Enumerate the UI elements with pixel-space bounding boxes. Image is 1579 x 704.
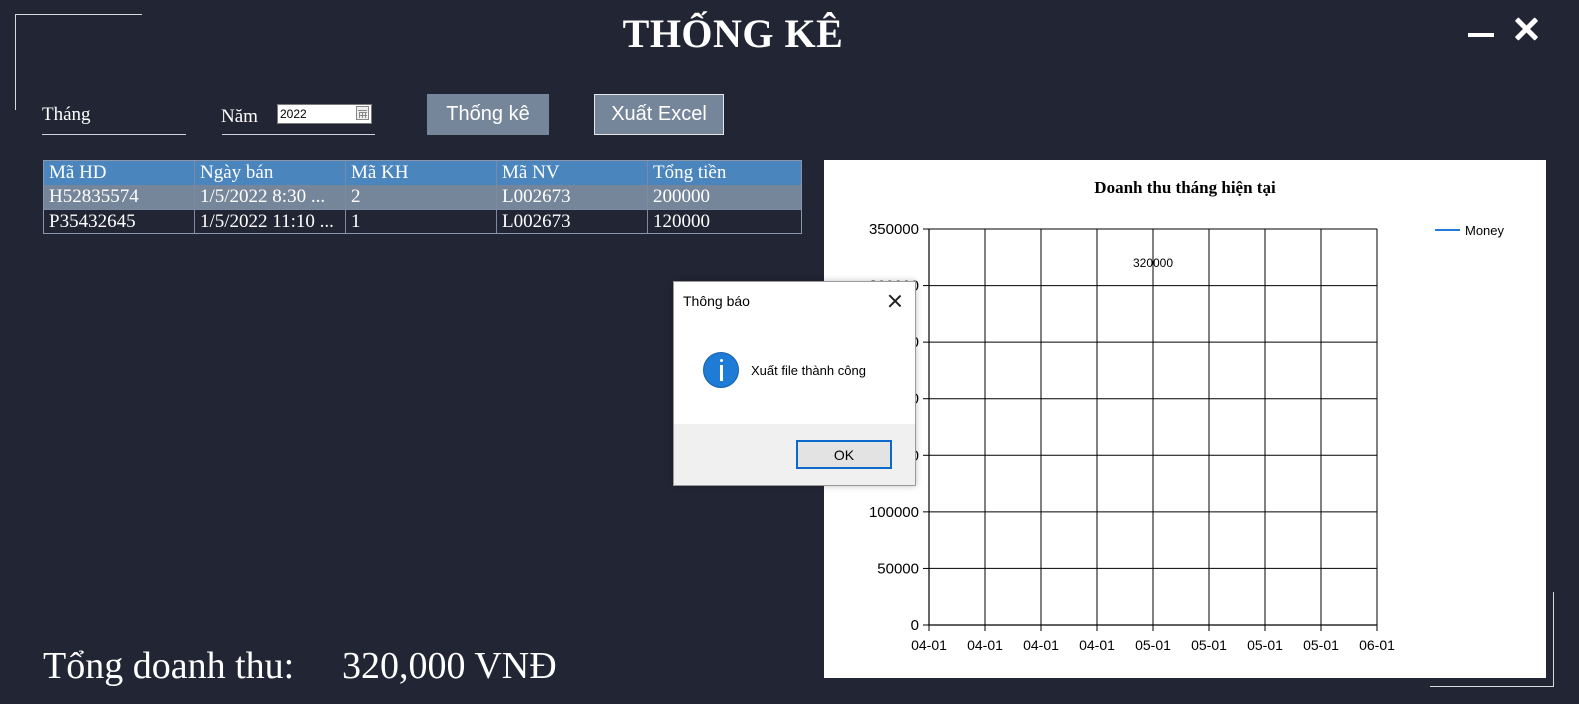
revenue-chart: Doanh thu tháng hiện tại3500003000002500…	[824, 160, 1546, 678]
y-tick-label: 0	[911, 617, 919, 634]
x-tick-label: 04-01	[1079, 637, 1115, 653]
chart-title: Doanh thu tháng hiện tại	[1094, 178, 1276, 197]
y-tick-label: 350000	[869, 221, 919, 238]
table-row[interactable]: H52835574 1/5/2022 8:30 ... 2 L002673 20…	[44, 185, 801, 209]
x-tick-label: 05-01	[1247, 637, 1283, 653]
x-tick-label: 05-01	[1135, 637, 1171, 653]
table-cell[interactable]: H52835574	[44, 185, 195, 209]
month-label: Tháng	[42, 104, 91, 125]
column-header[interactable]: Mã NV	[497, 161, 648, 185]
x-tick-label: 05-01	[1303, 637, 1339, 653]
table-cell[interactable]: L002673	[497, 185, 648, 209]
x-tick-label: 04-01	[1023, 637, 1059, 653]
close-icon[interactable]	[1511, 14, 1541, 44]
table-cell[interactable]: L002673	[497, 209, 648, 233]
table-cell[interactable]: 1	[346, 209, 497, 233]
dialog-footer: OK	[674, 424, 915, 485]
column-header[interactable]: Mã HD	[44, 161, 195, 185]
y-tick-label: 100000	[869, 504, 919, 521]
table-cell[interactable]: 200000	[648, 185, 801, 209]
column-header[interactable]: Tổng tiền	[648, 161, 801, 185]
legend-entry: Money	[1465, 223, 1505, 238]
x-tick-label: 04-01	[967, 637, 1003, 653]
x-tick-label: 05-01	[1191, 637, 1227, 653]
month-select[interactable]	[94, 101, 184, 133]
invoice-table: Mã HD Ngày bán Mã KH Mã NV Tổng tiền H52…	[43, 160, 802, 234]
page-title: THỐNG KÊ	[622, 11, 844, 56]
y-tick-label: 50000	[877, 560, 919, 577]
year-underline	[222, 134, 375, 135]
month-underline	[42, 134, 186, 135]
export-excel-button[interactable]: Xuất Excel	[594, 94, 724, 135]
ok-button[interactable]: OK	[796, 440, 892, 469]
dialog-close-icon[interactable]	[884, 290, 906, 312]
table-cell[interactable]: 1/5/2022 11:10 ...	[195, 209, 346, 233]
info-icon	[703, 352, 739, 388]
statistics-button[interactable]: Thống kê	[427, 94, 549, 135]
chart-canvas: Doanh thu tháng hiện tại3500003000002500…	[869, 178, 1505, 653]
data-label: 320000	[1133, 256, 1173, 270]
year-label: Năm	[221, 106, 258, 127]
x-tick-label: 06-01	[1359, 637, 1395, 653]
x-tick-label: 04-01	[911, 637, 947, 653]
calendar-icon[interactable]	[356, 106, 369, 120]
column-header[interactable]: Ngày bán	[195, 161, 346, 185]
table-cell[interactable]: 2	[346, 185, 497, 209]
dialog-title: Thông báo	[683, 293, 750, 309]
message-dialog: Thông báo Xuất file thành công OK	[673, 281, 916, 486]
dialog-message: Xuất file thành công	[751, 363, 866, 378]
table-cell[interactable]: P35432645	[44, 209, 195, 233]
table-cell[interactable]: 1/5/2022 8:30 ...	[195, 185, 346, 209]
table-row[interactable]: P35432645 1/5/2022 11:10 ... 1 L002673 1…	[44, 209, 801, 233]
minimize-icon[interactable]	[1468, 33, 1494, 37]
frame-corner-decoration	[1553, 592, 1554, 687]
total-revenue-label: Tổng doanh thu:	[43, 645, 295, 687]
table-cell[interactable]: 120000	[648, 209, 801, 233]
frame-corner-decoration	[1430, 686, 1554, 687]
table-header-row: Mã HD Ngày bán Mã KH Mã NV Tổng tiền	[44, 161, 801, 185]
column-header[interactable]: Mã KH	[346, 161, 497, 185]
total-revenue-value: 320,000 VNĐ	[342, 645, 557, 687]
